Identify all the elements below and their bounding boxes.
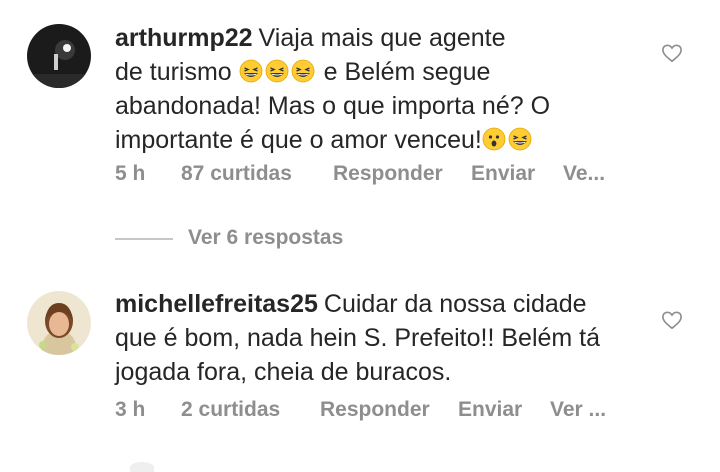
comment-line-2-start: de turismo [115, 58, 232, 86]
send-button[interactable]: Enviar [458, 398, 522, 422]
grinning-squinting-face-icon [239, 59, 263, 83]
comment-line-3: jogada fora, cheia de buracos. [115, 358, 452, 386]
likes-count[interactable]: 87 curtidas [181, 162, 292, 186]
comment-arthurmp22: arthurmp22 Viaja mais que agente de turis… [0, 0, 720, 200]
timestamp: 5 h [115, 162, 146, 185]
send-button[interactable]: Enviar [471, 162, 535, 186]
heart-outline-icon[interactable] [661, 310, 683, 330]
next-comment-avatar [130, 462, 154, 472]
more-button[interactable]: Ver ... [550, 398, 606, 422]
timestamp: 3 h [115, 398, 146, 421]
view-replies[interactable]: Ver 6 respostas [115, 226, 415, 252]
view-replies-label[interactable]: Ver 6 respostas [188, 226, 343, 250]
username[interactable]: arthurmp22 [115, 24, 253, 52]
comment-line-1: Cuidar da nossa cidade [323, 290, 587, 318]
grinning-squinting-face-icon [291, 59, 315, 83]
avatar[interactable] [27, 291, 91, 355]
comment-text: michellefreitas25 Cuidar da nossa cidade … [115, 287, 635, 389]
username[interactable]: michellefreitas25 [115, 290, 318, 318]
likes-count[interactable]: 2 curtidas [181, 398, 280, 422]
reply-button[interactable]: Responder [333, 162, 443, 186]
comment-line-2-end: e Belém segue [323, 58, 491, 86]
comment-line-4: importante é que o amor venceu! [115, 126, 482, 154]
heart-outline-icon[interactable] [661, 43, 683, 63]
more-button[interactable]: Ve... [563, 162, 605, 186]
grinning-squinting-face-icon [265, 59, 289, 83]
comment-line-3: abandonada! Mas o que importa né? O [115, 92, 551, 120]
comment-line-1: Viaja mais que agente [258, 24, 506, 52]
avatar-image [27, 291, 91, 355]
grinning-squinting-face-icon [508, 127, 532, 151]
avatar-image [27, 24, 91, 88]
reply-button[interactable]: Responder [320, 398, 430, 422]
avatar[interactable] [27, 24, 91, 88]
hushed-face-icon [482, 127, 506, 151]
replies-divider [115, 238, 173, 240]
comment-text: arthurmp22 Viaja mais que agente de turis… [115, 21, 635, 157]
comment-line-2: que é bom, nada hein S. Prefeito!! Belém… [115, 324, 601, 352]
comment-michellefreitas25: michellefreitas25 Cuidar da nossa cidade … [0, 280, 720, 440]
